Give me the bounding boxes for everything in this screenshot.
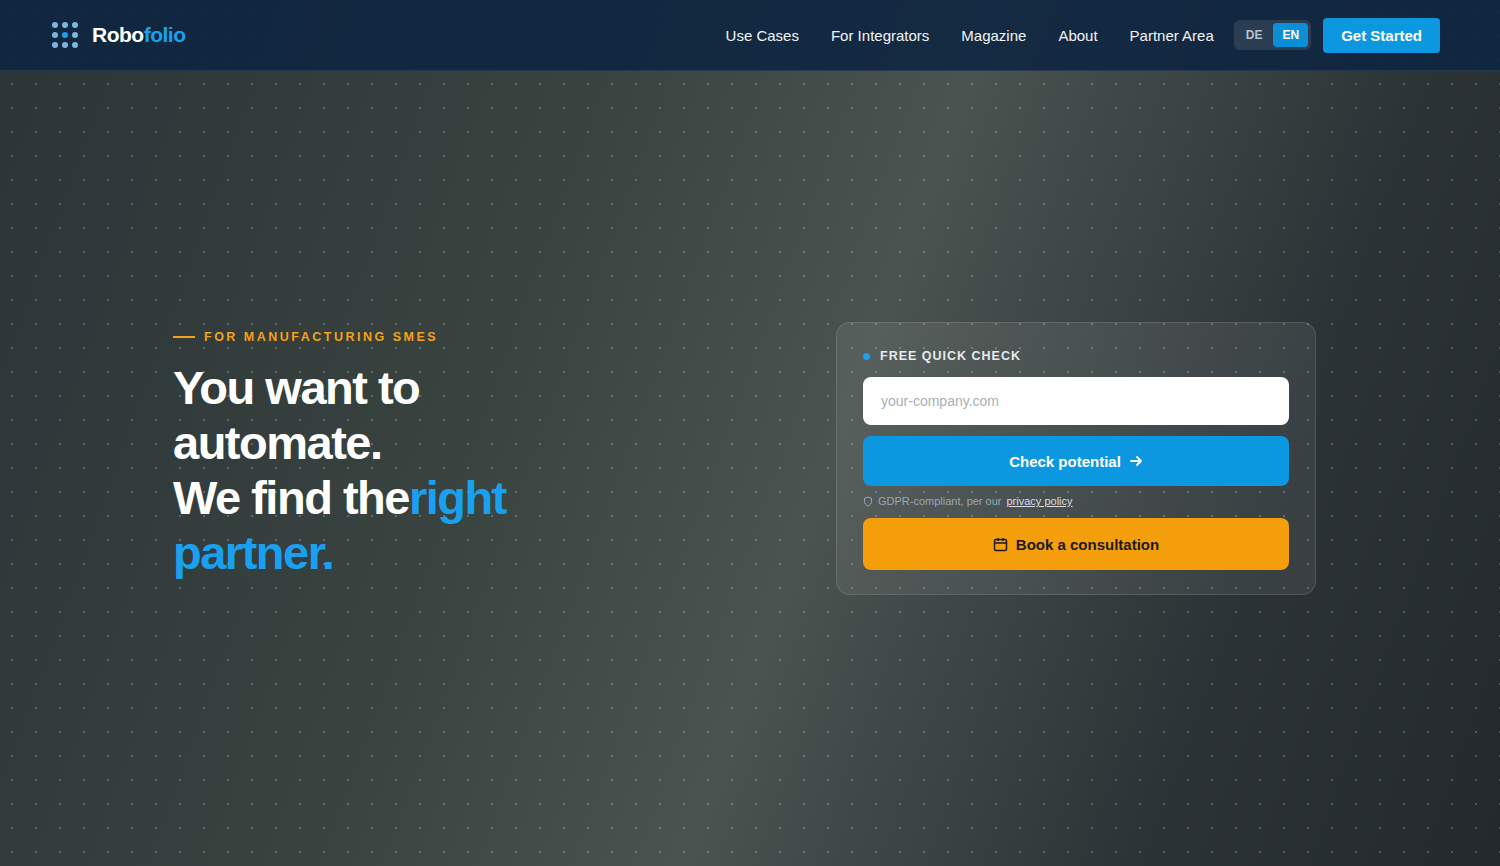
gdpr-note: GDPR-compliant, per ourprivacy policy: [863, 495, 1289, 507]
logo[interactable]: Robofolio: [52, 22, 185, 48]
eyebrow-line-icon: [173, 336, 195, 338]
logo-dots-icon: [52, 22, 78, 48]
headline: You want to automate.We find theright pa…: [173, 360, 593, 580]
arrow-right-icon: [1129, 454, 1143, 468]
hero-text: FOR MANUFACTURING SMES You want to automa…: [173, 330, 593, 580]
language-option[interactable]: DE: [1237, 23, 1272, 47]
hero: FOR MANUFACTURING SMES You want to automa…: [0, 71, 1500, 866]
nav-link[interactable]: For Integrators: [831, 27, 929, 44]
book-consultation-button[interactable]: Book a consultation: [863, 518, 1289, 570]
card-label: FREE QUICK CHECK: [863, 349, 1289, 363]
nav-link[interactable]: Magazine: [961, 27, 1026, 44]
get-started-button[interactable]: Get Started: [1323, 18, 1440, 53]
quick-check-card: FREE QUICK CHECK Check potential GDPR-comp…: [836, 322, 1316, 595]
language-switch: DEEN: [1234, 20, 1311, 50]
site-header: Robofolio Use Cases For Integrators Magazin…: [0, 0, 1500, 71]
language-option[interactable]: EN: [1273, 23, 1308, 47]
domain-input[interactable]: [863, 377, 1289, 425]
main-nav: Use Cases For Integrators Magazine About Par…: [726, 18, 1440, 53]
shield-icon: [863, 496, 873, 507]
calendar-icon: [993, 537, 1008, 552]
landing-page: Robofolio Use Cases For Integrators Magazin…: [0, 0, 1500, 866]
status-dot-icon: [863, 353, 870, 360]
check-potential-button[interactable]: Check potential: [863, 436, 1289, 486]
nav-link[interactable]: Partner Area: [1130, 27, 1214, 44]
nav-link[interactable]: Use Cases: [726, 27, 799, 44]
eyebrow: FOR MANUFACTURING SMES: [173, 330, 593, 344]
nav-link[interactable]: About: [1058, 27, 1097, 44]
logo-text: Robofolio: [92, 23, 185, 47]
privacy-link[interactable]: privacy policy: [1007, 495, 1073, 507]
